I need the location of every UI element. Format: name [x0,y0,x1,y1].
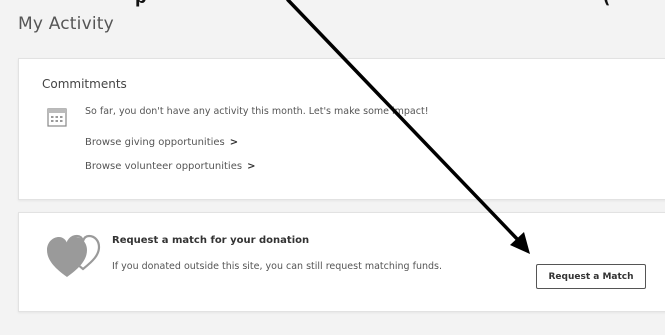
request-match-button[interactable]: Request a Match [536,264,646,289]
browse-giving-link[interactable]: Browse giving opportunities > [85,137,238,148]
calendar-icon [47,108,67,127]
commitments-card: Commitments So far, you don't have any a… [18,58,665,200]
commitments-title: Commitments [42,77,127,91]
chevron-right-icon: > [247,161,256,172]
page-title: My Activity [18,14,114,34]
cropped-header-text: p ( [0,0,665,7]
match-title: Request a match for your donation [112,235,310,246]
browse-volunteer-label: Browse volunteer opportunities [85,161,243,172]
browse-volunteer-link[interactable]: Browse volunteer opportunities > [85,161,255,172]
cropped-text-fragment: p [135,0,146,7]
request-match-card: Request a match for your donation If you… [18,212,665,312]
cropped-text-fragment: ( [603,0,610,7]
hearts-icon [47,234,101,277]
browse-giving-label: Browse giving opportunities [85,137,225,148]
empty-activity-message: So far, you don't have any activity this… [85,106,429,117]
chevron-right-icon: > [229,137,239,148]
match-description: If you donated outside this site, you ca… [112,261,442,272]
